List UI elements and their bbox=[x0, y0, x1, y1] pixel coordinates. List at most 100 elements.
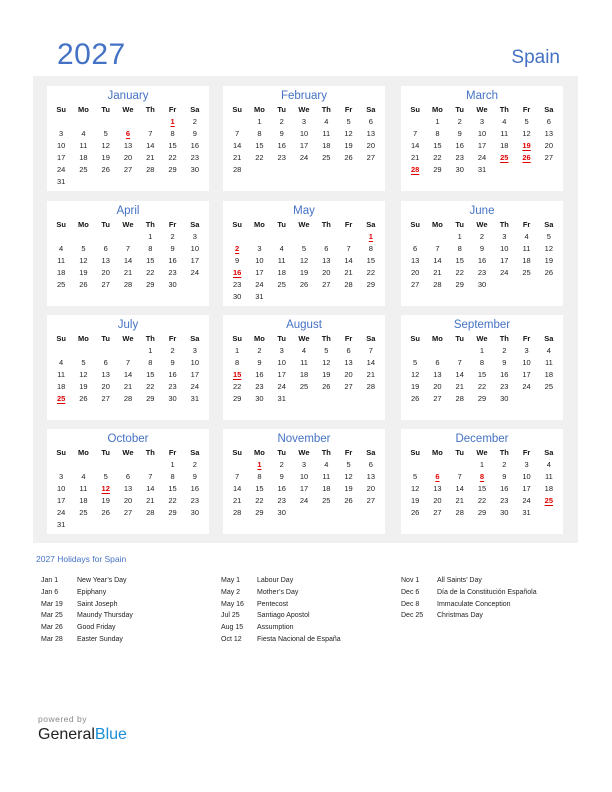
day-cell: 26 bbox=[79, 394, 88, 403]
day-cell: 19 bbox=[344, 141, 353, 150]
weekday-header: Mo bbox=[432, 448, 443, 457]
day-cell: 5 bbox=[524, 117, 529, 126]
weekday-header: Tu bbox=[277, 334, 286, 343]
month-june: June Su Mo Tu We Th Fr Sa 1 2 3 4 5 6 7 8 9 10 11 12 13 14 15 1… bbox=[401, 201, 563, 306]
day-cell: 17 bbox=[255, 268, 264, 277]
day-cell: 6 bbox=[368, 117, 373, 126]
day-cell: 13 bbox=[544, 129, 554, 138]
weekday-header: Tu bbox=[455, 334, 464, 343]
day-cell: 22 bbox=[232, 382, 242, 391]
day-cell: 10 bbox=[56, 484, 66, 493]
day-cell: 11 bbox=[322, 472, 331, 481]
day-cell: 24 bbox=[190, 382, 200, 391]
empty-cell bbox=[426, 345, 448, 357]
day-cell: 30 bbox=[277, 508, 286, 517]
weekday-header: Th bbox=[145, 448, 155, 457]
holiday-date: Mar 28 bbox=[41, 635, 63, 643]
day-cell: 22 bbox=[455, 268, 464, 277]
country-title: Spain bbox=[511, 47, 560, 68]
day-cell: 13 bbox=[366, 472, 376, 481]
day-cell: 27 bbox=[433, 508, 442, 517]
month-name: July bbox=[117, 319, 139, 331]
day-cell: 13 bbox=[344, 358, 353, 367]
day-cell: 12 bbox=[79, 370, 88, 379]
day-cell: 18 bbox=[56, 382, 66, 391]
day-cell: 16 bbox=[277, 141, 286, 150]
weekday-header: Su bbox=[232, 448, 242, 457]
day-cell: 30 bbox=[190, 165, 200, 174]
day-cell: 1 bbox=[479, 460, 485, 469]
day-cell: 9 bbox=[257, 358, 262, 367]
month-march: March Su Mo Tu We Th Fr Sa 1 2 3 4 5 6 7 8 9 10 11 12 13 14 15… bbox=[401, 86, 563, 191]
weekday-header: Th bbox=[145, 220, 155, 229]
day-cell: 24 bbox=[500, 268, 509, 277]
holiday-name: Easter Sunday bbox=[77, 635, 123, 643]
day-cell: 13 bbox=[101, 370, 110, 379]
day-cell: 20 bbox=[123, 496, 133, 505]
day-cell: 27 bbox=[101, 280, 110, 289]
day-cell: 2 bbox=[502, 346, 507, 355]
weekday-header: We bbox=[122, 220, 134, 229]
day-cell: 25 bbox=[299, 382, 309, 391]
weekday-header: Mo bbox=[432, 220, 443, 229]
day-cell: 29 bbox=[477, 394, 487, 403]
weekday-header: We bbox=[476, 448, 488, 457]
holiday-row: May 16 Pentecost bbox=[221, 599, 341, 611]
day-cell: 19 bbox=[544, 256, 554, 265]
day-cell: 24 bbox=[522, 382, 531, 391]
holiday-date: Aug 15 bbox=[221, 624, 244, 632]
empty-cell bbox=[426, 231, 448, 243]
month-december: December Su Mo Tu We Th Fr Sa 1 2 3 4 5 6 7 8 9 10 11 12 13 1… bbox=[401, 429, 563, 534]
weekday-header: Th bbox=[145, 105, 155, 114]
day-cell: 17 bbox=[56, 496, 66, 505]
holiday-date: Jul 25 bbox=[221, 612, 240, 620]
day-cell: 11 bbox=[544, 472, 553, 481]
day-cell: 12 bbox=[322, 358, 331, 367]
day-cell: 8 bbox=[457, 244, 462, 253]
weekday-header: Th bbox=[499, 220, 509, 229]
day-cell: 14 bbox=[433, 256, 442, 265]
day-cell: 12 bbox=[522, 129, 531, 138]
day-cell: 23 bbox=[190, 496, 200, 505]
month-grid: Su Mo Tu We Th Fr Sa 1 2 3 4 5 6 7 8 9 10 11 12 13 14 15 16 17 1… bbox=[401, 218, 563, 291]
day-cell: 20 bbox=[366, 484, 376, 493]
holiday-name: Good Friday bbox=[77, 624, 116, 632]
powered-by-label: powered by bbox=[38, 714, 87, 724]
day-cell: 6 bbox=[346, 346, 351, 355]
day-cell: 11 bbox=[500, 129, 509, 138]
day-cell: 17 bbox=[522, 370, 531, 379]
day-cell: 20 bbox=[101, 268, 110, 277]
day-cell: 17 bbox=[299, 484, 309, 493]
weekday-header: Su bbox=[56, 334, 66, 343]
empty-cell bbox=[271, 231, 293, 243]
day-cell: 14 bbox=[232, 484, 242, 493]
day-cell: 19 bbox=[79, 382, 88, 391]
day-cell: 23 bbox=[190, 153, 200, 162]
day-cell: 9 bbox=[502, 358, 507, 367]
day-cell: 26 bbox=[344, 153, 353, 162]
holiday-row: Dec 6 Día de la Constitución Española bbox=[401, 587, 537, 599]
empty-cell bbox=[293, 231, 315, 243]
day-cell: 26 bbox=[344, 496, 353, 505]
day-cell: 10 bbox=[190, 358, 200, 367]
day-cell: 31 bbox=[56, 177, 66, 186]
day-cell: 21 bbox=[366, 370, 376, 379]
holiday-date: Mar 25 bbox=[41, 612, 63, 620]
day-cell: 6 bbox=[435, 358, 440, 367]
weekday-header: We bbox=[476, 334, 488, 343]
empty-cell bbox=[337, 231, 359, 243]
day-cell: 5 bbox=[413, 472, 418, 481]
empty-cell bbox=[117, 231, 139, 243]
month-grid: Su Mo Tu We Th Fr Sa 1 2 3 4 5 6 7 8 9 10 11 12 13 14 15 16 17 1… bbox=[223, 446, 385, 519]
day-cell: 16 bbox=[477, 256, 487, 265]
day-cell: 25 bbox=[322, 496, 331, 505]
day-cell: 15 bbox=[366, 256, 376, 265]
day-cell: 31 bbox=[277, 394, 286, 403]
day-cell: 14 bbox=[232, 141, 242, 150]
day-cell: 19 bbox=[79, 268, 88, 277]
day-cell: 5 bbox=[546, 232, 551, 241]
month-july: July Su Mo Tu We Th Fr Sa 1 2 3 4 5 6 7 8 9 10 11 12 13 14 15 1… bbox=[47, 315, 209, 420]
weekday-header: Fr bbox=[168, 105, 177, 114]
weekday-header: Sa bbox=[190, 334, 200, 343]
weekday-header: Th bbox=[499, 105, 509, 114]
